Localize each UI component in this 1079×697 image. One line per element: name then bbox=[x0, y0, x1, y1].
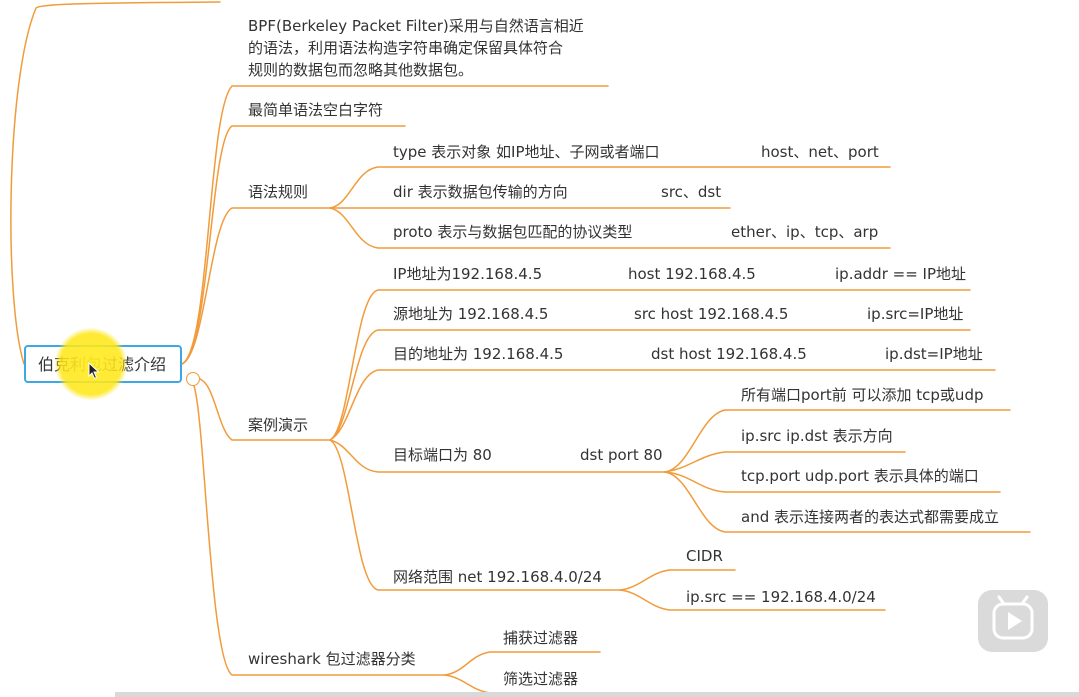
syntax-item[interactable]: dir 表示数据包传输的方向 bbox=[393, 181, 568, 203]
simplest-node[interactable]: 最简单语法空白字符 bbox=[248, 99, 383, 121]
port-note[interactable]: ip.src ip.dst 表示方向 bbox=[741, 425, 893, 447]
play-button[interactable] bbox=[978, 590, 1048, 652]
case-display: ip.addr == IP地址 bbox=[835, 265, 967, 283]
case-desc[interactable]: IP地址为192.168.4.5 bbox=[393, 263, 542, 285]
case-desc[interactable]: 目的地址为 192.168.4.5 bbox=[393, 343, 563, 365]
syntax-item-value: host、net、port bbox=[761, 143, 879, 161]
syntax-node[interactable]: 语法规则 bbox=[248, 181, 308, 203]
wireshark-node[interactable]: wireshark 包过滤器分类 bbox=[248, 648, 416, 670]
connector bbox=[10, 1, 221, 365]
syntax-item-value: ether、ip、tcp、arp bbox=[731, 223, 879, 241]
connector bbox=[193, 385, 446, 676]
cases-node[interactable]: 案例演示 bbox=[248, 414, 308, 436]
net-note[interactable]: CIDR bbox=[686, 545, 723, 567]
wireshark-item[interactable]: 捕获过滤器 bbox=[503, 627, 578, 649]
syntax-item[interactable]: proto 表示与数据包匹配的协议类型 bbox=[393, 221, 632, 243]
wireshark-item[interactable]: 筛选过滤器 bbox=[503, 668, 578, 690]
video-progress-bar[interactable] bbox=[115, 692, 1079, 697]
case-display: ip.dst=IP地址 bbox=[885, 345, 983, 363]
net-node[interactable]: 网络范围 net 192.168.4.0/24 bbox=[393, 566, 602, 588]
port-note[interactable]: and 表示连接两者的表达式都需要成立 bbox=[741, 506, 999, 528]
case-desc[interactable]: 源地址为 192.168.4.5 bbox=[393, 303, 548, 325]
net-note[interactable]: ip.src == 192.168.4.0/24 bbox=[686, 586, 876, 608]
intro-line: 的语法，利用语法构造字符串确定保留具体符合 bbox=[248, 39, 564, 57]
port-capture: dst port 80 bbox=[580, 446, 663, 464]
syntax-item-value: src、dst bbox=[661, 183, 722, 201]
case-capture: src host 192.168.4.5 bbox=[634, 305, 789, 323]
intro-line: BPF(Berkeley Packet Filter)采用与自然语言相近 bbox=[248, 17, 584, 35]
port-node[interactable]: 目标端口为 80 bbox=[393, 444, 492, 466]
port-note[interactable]: 所有端口port前 可以添加 tcp或udp bbox=[741, 384, 983, 406]
intro-line: 规则的数据包而忽略其他数据包。 bbox=[248, 61, 474, 79]
syntax-item[interactable]: type 表示对象 如IP地址、子网或者端口 bbox=[393, 141, 660, 163]
case-capture: dst host 192.168.4.5 bbox=[651, 345, 807, 363]
collapse-toggle-icon[interactable] bbox=[186, 372, 200, 386]
mouse-pointer-icon bbox=[88, 362, 100, 380]
case-display: ip.src=IP地址 bbox=[867, 305, 964, 323]
case-capture: host 192.168.4.5 bbox=[628, 265, 756, 283]
play-icon bbox=[992, 595, 1034, 640]
port-note[interactable]: tcp.port udp.port 表示具体的端口 bbox=[741, 465, 979, 487]
intro-node[interactable]: BPF(Berkeley Packet Filter)采用与自然语言相近 的语法… bbox=[248, 15, 608, 81]
